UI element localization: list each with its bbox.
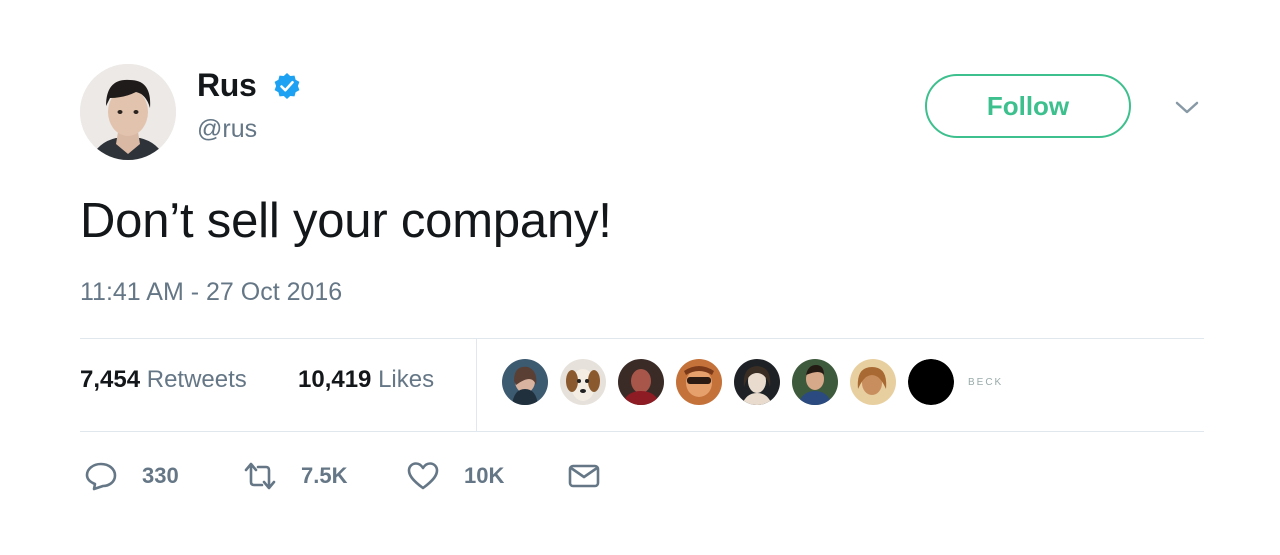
envelope-icon <box>568 464 600 488</box>
divider <box>80 431 1204 432</box>
likers-avatars: BECK <box>502 358 1003 406</box>
avatar[interactable] <box>80 64 176 160</box>
likers-badge: BECK <box>968 376 1004 388</box>
user-handle[interactable]: @rus <box>197 115 257 144</box>
divider <box>80 338 1204 339</box>
retweets-label: Retweets <box>146 366 247 393</box>
heart-icon <box>407 462 439 490</box>
reply-icon <box>85 462 117 491</box>
tweet-text: Don’t sell your company! <box>80 194 612 248</box>
like-count: 10K <box>464 463 505 488</box>
liker-avatar[interactable] <box>618 359 664 405</box>
like-button[interactable]: 10K <box>406 460 504 492</box>
likes-stat[interactable]: 10,419 Likes <box>298 366 434 394</box>
likes-label: Likes <box>378 366 435 393</box>
retweet-icon <box>244 462 276 490</box>
tweet-timestamp[interactable]: 11:41 AM - 27 Oct 2016 <box>80 278 342 307</box>
likes-count: 10,419 <box>298 366 372 393</box>
retweet-count: 7.5K <box>301 463 348 488</box>
liker-avatar[interactable] <box>792 359 838 405</box>
retweets-count: 7,454 <box>80 366 141 393</box>
chevron-down-icon[interactable] <box>1173 98 1201 118</box>
user-name[interactable]: Rus <box>197 67 257 104</box>
liker-avatar[interactable] <box>734 359 780 405</box>
follow-button[interactable]: Follow <box>925 74 1131 138</box>
direct-message-button[interactable] <box>567 460 625 492</box>
reply-count: 330 <box>142 463 179 488</box>
retweets-stat[interactable]: 7,454 Retweets <box>80 366 247 394</box>
liker-avatar[interactable] <box>908 359 954 405</box>
reply-button[interactable]: 330 <box>84 460 179 492</box>
divider <box>476 339 477 431</box>
liker-avatar[interactable] <box>502 359 548 405</box>
liker-avatar[interactable] <box>676 359 722 405</box>
liker-avatar[interactable] <box>850 359 896 405</box>
verified-badge-icon <box>274 73 300 99</box>
retweet-button[interactable]: 7.5K <box>243 460 347 492</box>
liker-avatar[interactable] <box>560 359 606 405</box>
